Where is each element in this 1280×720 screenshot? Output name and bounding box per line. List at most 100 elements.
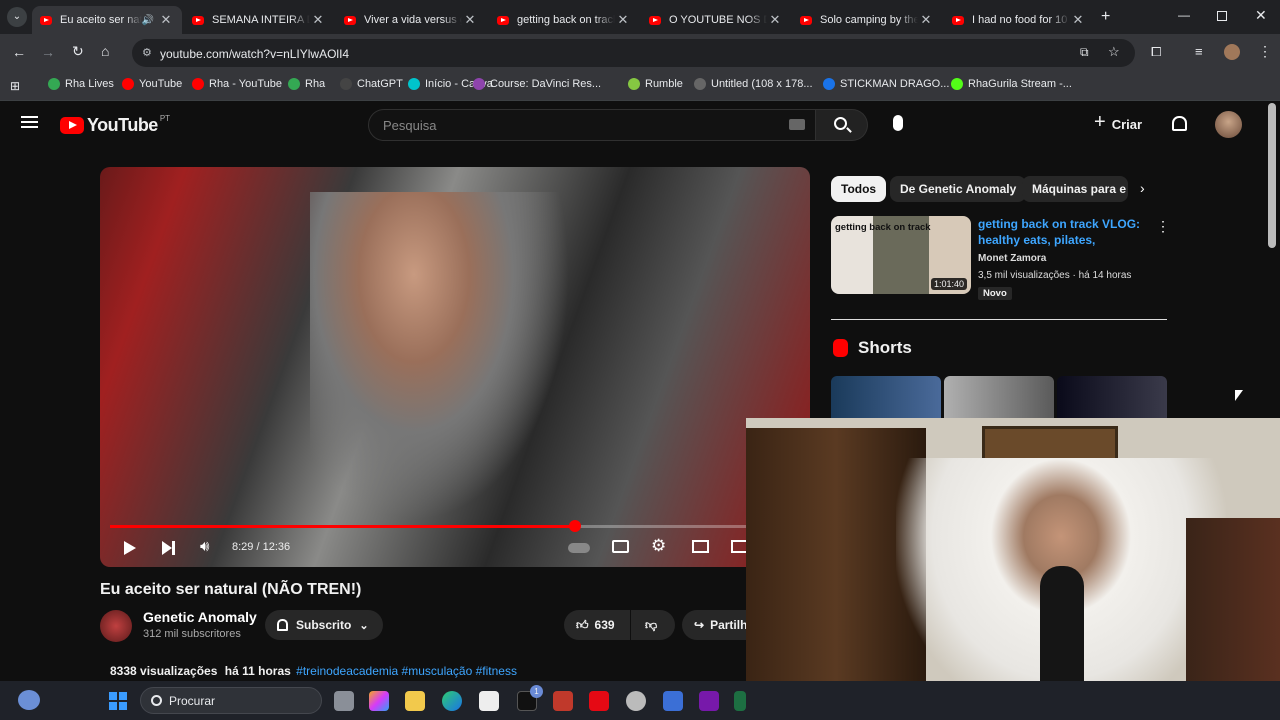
- home-icon[interactable]: ⌂: [101, 43, 109, 59]
- address-bar[interactable]: ⚙ youtube.com/watch?v=nLIYlwAOlI4 ⧉ ☆: [132, 39, 1135, 67]
- onenote-icon[interactable]: [699, 691, 719, 711]
- start-icon[interactable]: [109, 692, 127, 710]
- tab-search-button[interactable]: ⌄: [7, 7, 27, 27]
- bookmark-item[interactable]: Rha - YouTube: [192, 78, 282, 90]
- youtube-logo[interactable]: YouTube PT: [60, 114, 170, 136]
- mcafee-icon[interactable]: [553, 691, 573, 711]
- chip-from-channel[interactable]: De Genetic Anomaly: [890, 176, 1027, 202]
- miniplayer-icon[interactable]: [692, 540, 709, 553]
- subscribed-button[interactable]: Subscrito ⌄: [265, 610, 383, 640]
- site-info-icon[interactable]: ⚙: [142, 46, 152, 59]
- widgets-icon[interactable]: [18, 690, 40, 710]
- tab-close-icon[interactable]: ✕: [918, 12, 934, 28]
- tab[interactable]: Viver a vida versus g ✕: [336, 6, 486, 34]
- next-icon[interactable]: [162, 541, 175, 555]
- store-icon[interactable]: [479, 691, 499, 711]
- tab-title: O YOUTUBE NOS DE: [669, 14, 767, 26]
- tab-close-icon[interactable]: ✕: [310, 12, 326, 28]
- guide-menu-icon[interactable]: [21, 116, 38, 128]
- media-control-icon[interactable]: ≡: [1195, 44, 1203, 59]
- tab[interactable]: Solo camping by the ✕: [792, 6, 942, 34]
- tab[interactable]: O YOUTUBE NOS DE✕: [641, 6, 791, 34]
- short-thumbnail[interactable]: [944, 376, 1054, 418]
- rec-title[interactable]: getting back on track VLOG: healthy eats…: [978, 216, 1143, 248]
- app-icon[interactable]: [663, 691, 683, 711]
- apps-grid-icon[interactable]: ⊞: [10, 79, 20, 93]
- tab-active[interactable]: Eu aceito ser natural🔊 ✕: [32, 6, 182, 34]
- install-app-icon[interactable]: ⧉: [1080, 45, 1089, 60]
- menu-icon[interactable]: ⋮: [1258, 43, 1272, 60]
- tab[interactable]: getting back on track ✕: [489, 6, 639, 34]
- like-button[interactable]: 👍︎ 639: [564, 610, 630, 640]
- tab-close-icon[interactable]: ✕: [767, 12, 783, 28]
- subtitles-icon[interactable]: [612, 540, 629, 553]
- rec-thumbnail[interactable]: getting back on track 1:01:40: [831, 216, 971, 294]
- copilot-icon[interactable]: [369, 691, 389, 711]
- bookmark-star-icon[interactable]: ☆: [1108, 44, 1120, 60]
- progress-track[interactable]: [110, 520, 800, 532]
- tab-close-icon[interactable]: ✕: [158, 12, 174, 28]
- channel-avatar[interactable]: [100, 610, 132, 642]
- autoplay-toggle[interactable]: [568, 543, 590, 553]
- page-scrollbar[interactable]: [1268, 103, 1276, 248]
- rec-channel[interactable]: Monet Zamora: [978, 253, 1046, 264]
- bookmark-item[interactable]: Rumble: [628, 78, 683, 90]
- tab-close-icon[interactable]: ✕: [462, 12, 478, 28]
- edge-icon[interactable]: [442, 691, 462, 711]
- keyboard-icon[interactable]: [789, 119, 805, 130]
- tab-close-icon[interactable]: ✕: [615, 12, 631, 28]
- channel-name[interactable]: Genetic Anomaly: [143, 609, 257, 625]
- bookmark-item[interactable]: ChatGPT: [340, 78, 403, 90]
- dislike-button[interactable]: 👎︎: [631, 610, 675, 640]
- back-icon[interactable]: ←: [12, 44, 26, 60]
- bookmark-item[interactable]: Course: DaVinci Res...: [473, 78, 601, 90]
- bookmark-item[interactable]: YouTube: [122, 78, 182, 90]
- taskbar-search[interactable]: Procurar: [140, 687, 322, 714]
- bookmark-label: STICKMAN DRAGO...: [840, 78, 950, 90]
- description-meta[interactable]: 8338 visualizações há 11 horas #treinode…: [110, 664, 517, 678]
- task-view-icon[interactable]: [334, 691, 354, 711]
- new-tab-icon[interactable]: +: [1101, 8, 1110, 26]
- search-input[interactable]: Pesquisa: [368, 109, 816, 141]
- settings-icon[interactable]: [626, 691, 646, 711]
- tab-close-icon[interactable]: ✕: [1070, 12, 1086, 28]
- short-thumbnail[interactable]: [1057, 376, 1167, 418]
- volume-icon[interactable]: 🔊︎: [200, 538, 209, 555]
- search-button[interactable]: [816, 109, 868, 141]
- file-explorer-icon[interactable]: [405, 691, 425, 711]
- create-button[interactable]: + Criar: [1094, 111, 1142, 134]
- profile-avatar[interactable]: [1224, 44, 1240, 60]
- chips-next-icon[interactable]: ›: [1140, 180, 1145, 196]
- capcut-icon[interactable]: 1: [517, 685, 543, 711]
- bookmark-item[interactable]: Rha: [288, 78, 325, 90]
- play-icon[interactable]: [124, 541, 136, 555]
- reload-icon[interactable]: ↻: [72, 43, 84, 60]
- bookmark-item[interactable]: Untitled (108 x 178...: [694, 78, 813, 90]
- bookmark-item[interactable]: Rha Lives: [48, 78, 114, 90]
- rec-more-icon[interactable]: ⋮: [1156, 218, 1170, 235]
- chip-machines[interactable]: Máquinas para e: [1022, 176, 1128, 202]
- bookmark-item[interactable]: RhaGurila Stream -...: [951, 78, 1072, 90]
- restore-icon[interactable]: [1217, 11, 1227, 21]
- short-thumbnail[interactable]: [831, 376, 941, 418]
- hashtags[interactable]: #treinodeacademia #musculação #fitness: [296, 664, 517, 678]
- rec-thumb-text: getting back on track: [835, 222, 931, 233]
- bookmark-item[interactable]: STICKMAN DRAGO...: [823, 78, 949, 90]
- settings-gear-icon[interactable]: ⚙: [651, 536, 666, 556]
- progress-scrubber[interactable]: [569, 520, 582, 532]
- shorts-icon: [833, 339, 848, 357]
- excel-icon[interactable]: [734, 691, 746, 711]
- forward-icon[interactable]: →: [41, 44, 55, 60]
- chip-all[interactable]: Todos: [831, 176, 887, 202]
- extensions-icon[interactable]: ⧠: [1151, 44, 1161, 60]
- netflix-icon[interactable]: [589, 691, 609, 711]
- account-avatar[interactable]: [1215, 111, 1242, 138]
- tab[interactable]: SEMANA INTEIRA DE✕: [184, 6, 334, 34]
- minimize-icon[interactable]: —: [1178, 8, 1190, 22]
- close-window-icon[interactable]: ✕: [1255, 7, 1267, 24]
- notifications-bell-icon[interactable]: [1172, 116, 1187, 131]
- tab[interactable]: I had no food for 10 ✕: [944, 6, 1094, 34]
- voice-search-icon[interactable]: [893, 115, 903, 131]
- recommendation-item[interactable]: getting back on track 1:01:40 getting ba…: [831, 216, 1170, 300]
- video-player[interactable]: 🔊︎ 8:29 / 12:36 ⚙: [100, 167, 810, 567]
